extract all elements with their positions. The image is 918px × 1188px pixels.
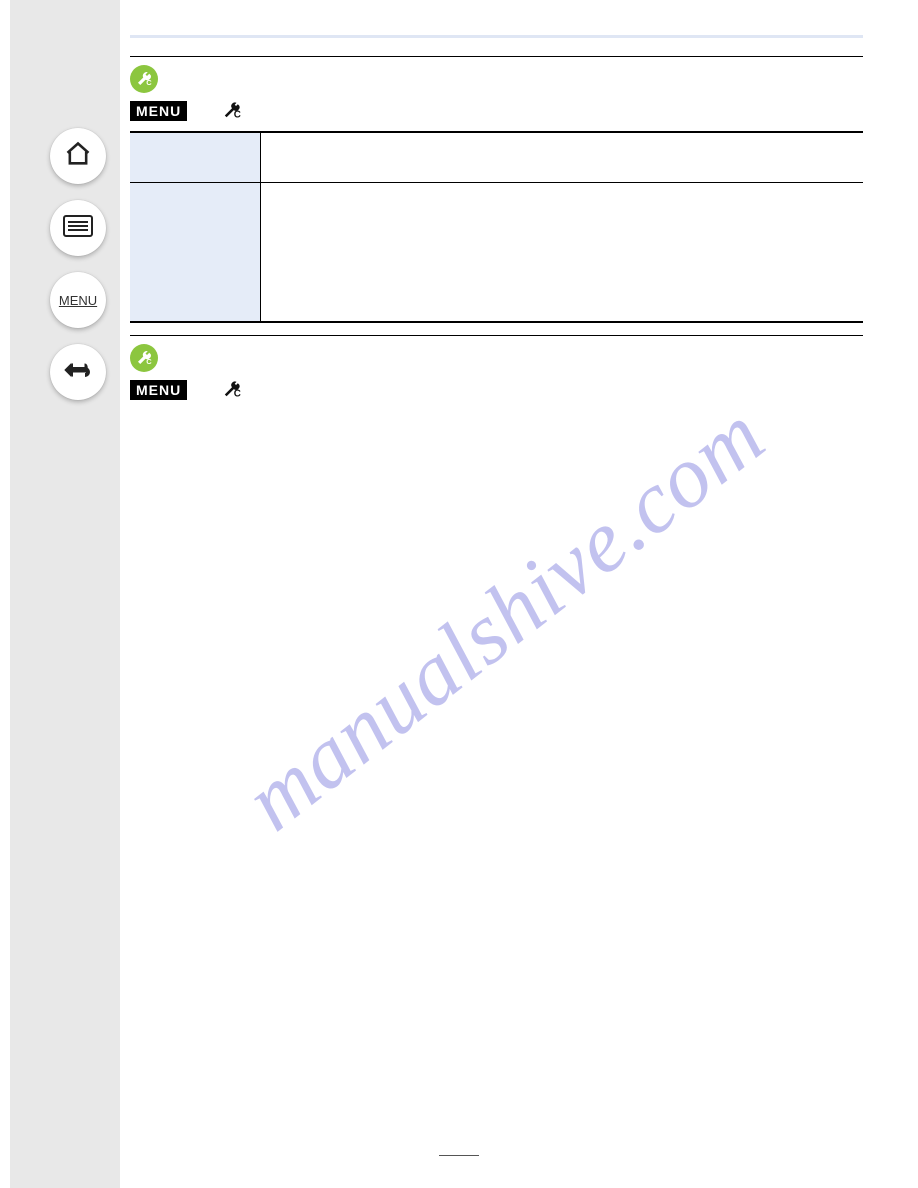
home-button[interactable] — [50, 128, 106, 184]
fc-icon: C — [221, 381, 243, 399]
sidebar-buttons: MENU — [50, 128, 106, 400]
menu-path-row-2: MENU C — [130, 374, 863, 410]
svg-text:C: C — [146, 357, 152, 366]
menu-label: MENU — [130, 101, 187, 121]
section-header-2: C — [130, 336, 863, 374]
menu-text: MENU — [59, 293, 97, 308]
settings-table — [130, 131, 863, 323]
back-icon — [63, 358, 93, 387]
menu-path-row-1: MENU C — [130, 95, 863, 131]
back-button[interactable] — [50, 344, 106, 400]
list-icon — [63, 215, 93, 242]
home-icon — [64, 140, 92, 173]
svg-text:C: C — [234, 388, 241, 399]
table-key — [130, 182, 260, 322]
page-footer-rule — [439, 1155, 479, 1156]
svg-text:C: C — [146, 78, 152, 87]
menu-label: MENU — [130, 380, 187, 400]
tool-badge-icon: C — [130, 344, 158, 372]
svg-text:C: C — [234, 109, 241, 120]
fc-icon: C — [221, 102, 243, 120]
menu-button[interactable]: MENU — [50, 272, 106, 328]
table-val — [260, 182, 863, 322]
list-button[interactable] — [50, 200, 106, 256]
section-header-1: C — [130, 57, 863, 95]
tool-badge-icon: C — [130, 65, 158, 93]
page-content: C MENU C C MENU C — [130, 0, 863, 410]
watermark: manualshive.com — [226, 385, 783, 851]
table-val — [260, 132, 863, 182]
table-key — [130, 132, 260, 182]
